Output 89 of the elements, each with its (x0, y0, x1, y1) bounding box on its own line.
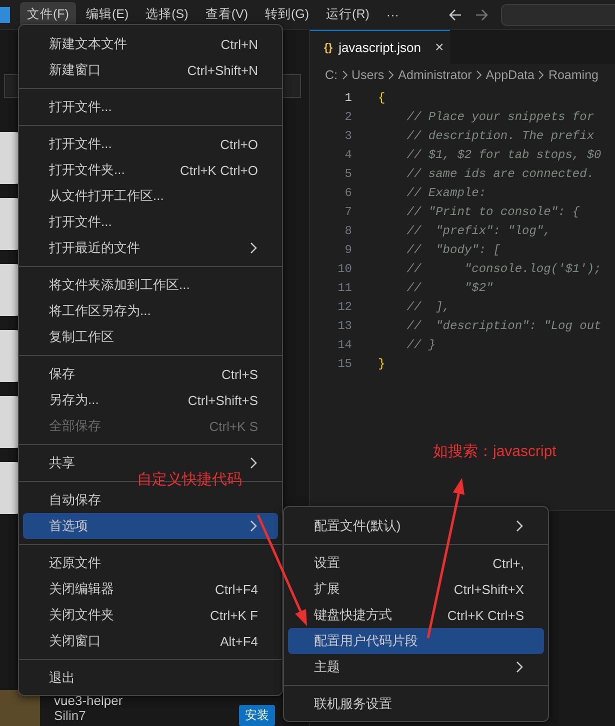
line-number: 11 (336, 280, 352, 294)
breadcrumb-item[interactable]: C: (325, 68, 338, 82)
menu-item[interactable]: 从文件打开工作区... (23, 183, 278, 209)
breadcrumb-item[interactable]: Roaming (548, 68, 598, 82)
menu-item[interactable]: 将工作区另存为... (23, 298, 278, 324)
code-line: } (378, 356, 386, 370)
code-line: // } (406, 338, 436, 352)
close-tab-button[interactable]: × (434, 39, 444, 56)
code-line: // description. The prefix (406, 128, 594, 142)
app-logo-icon (0, 6, 10, 22)
submenu-chevron-icon (516, 520, 524, 532)
chevron-icon (386, 70, 396, 80)
menu-item[interactable]: 打开文件... (23, 209, 278, 235)
line-number: 14 (336, 338, 352, 352)
menu-item[interactable]: 新建窗口 Ctrl+Shift+N (23, 57, 278, 83)
line-number: 15 (336, 356, 352, 370)
menu-item[interactable]: 还原文件 (23, 550, 278, 576)
menu-item[interactable]: 保存 Ctrl+S (23, 361, 278, 387)
menu-item[interactable]: 联机服务设置 (288, 691, 544, 717)
menu-item[interactable]: 打开文件... (23, 94, 278, 120)
menu-item[interactable]: 关闭文件夹 Ctrl+K F (23, 602, 278, 628)
line-number: 5 (344, 166, 352, 180)
menu-item[interactable]: 新建文本文件 Ctrl+N (23, 31, 278, 57)
back-forward-icon[interactable] (448, 8, 489, 22)
menu-bar-item[interactable]: ··· (379, 4, 406, 26)
line-number: 12 (336, 300, 352, 314)
menu-item[interactable]: 打开文件... Ctrl+O (23, 131, 278, 157)
breadcrumb-item[interactable]: Administrator (398, 68, 472, 82)
menu-item[interactable]: 配置文件(默认) (288, 513, 544, 539)
code-line: // "description": "Log out (406, 318, 602, 332)
editor-tab[interactable]: {} javascript.json × (310, 30, 450, 64)
menu-item[interactable]: 退出 (23, 665, 278, 691)
code-line: // same ids are connected. (406, 166, 594, 180)
code-line: // "console.log('$1'); (406, 262, 602, 276)
annotation-text: 如搜索：javascript (433, 446, 556, 457)
install-button[interactable]: 安装 (239, 705, 275, 726)
menu-item[interactable]: 打开文件夹... Ctrl+K Ctrl+O (23, 157, 278, 183)
extension-name: vue3-helper (54, 693, 124, 708)
code-line: { (378, 90, 386, 104)
menu-item[interactable]: 关闭编辑器 Ctrl+F4 (23, 576, 278, 602)
menu-item[interactable]: 设置 Ctrl+, (288, 550, 544, 576)
code-line: // "body": [ (406, 242, 500, 256)
line-number: 1 (344, 90, 352, 104)
menu-item[interactable]: 键盘快捷方式 Ctrl+K Ctrl+S (288, 602, 544, 628)
menu-item[interactable]: 扩展 Ctrl+Shift+X (288, 576, 544, 602)
line-number: 7 (344, 204, 352, 218)
menu-item[interactable]: 打开最近的文件 (23, 235, 278, 261)
photo-placeholder (0, 690, 40, 726)
breadcrumb-item[interactable]: AppData (486, 68, 534, 82)
chevron-icon (340, 70, 350, 80)
menu-bar-item[interactable]: 运行(R) (319, 2, 376, 27)
line-number: 6 (344, 186, 352, 200)
line-number: 4 (344, 148, 352, 162)
menu-bar-item[interactable]: 编辑(E) (78, 2, 136, 27)
line-number: 9 (344, 242, 352, 256)
search-field[interactable] (500, 4, 615, 26)
line-number: 3 (344, 128, 352, 142)
line-number: 8 (344, 224, 352, 238)
menu-item[interactable]: 关闭窗口 Alt+F4 (23, 628, 278, 654)
menu-bar-item[interactable]: 查看(V) (198, 2, 255, 27)
extension-author: Silin7 (54, 708, 87, 723)
line-number: 2 (344, 110, 352, 124)
tab-filename: javascript.json (338, 40, 421, 55)
menu-item[interactable]: 主题 (288, 654, 544, 680)
code-line: // "$2" (406, 280, 494, 294)
menu-item[interactable]: 配置用户代码片段 (288, 628, 544, 654)
line-number: 13 (336, 318, 352, 332)
submenu-chevron-icon (250, 242, 258, 254)
menu-bar-item[interactable]: 转到(G) (258, 2, 316, 27)
menu-item[interactable]: 自动保存 (23, 487, 278, 513)
submenu-chevron-icon (250, 520, 258, 532)
breadcrumb-item[interactable]: Users (352, 68, 384, 82)
line-number: 10 (336, 262, 352, 276)
code-line: // "Print to console": { (406, 204, 580, 218)
menu-item[interactable]: 首选项 (23, 513, 278, 539)
code-line: // Place your snippets for (406, 110, 594, 124)
chevron-icon (536, 70, 546, 80)
menu-item[interactable]: 将文件夹添加到工作区... (23, 272, 278, 298)
code-line: // ], (406, 300, 450, 314)
submenu-chevron-icon (250, 457, 258, 469)
submenu-chevron-icon (516, 661, 524, 673)
code-line: // Example: (406, 186, 486, 200)
menu-bar-item[interactable]: 选择(S) (138, 2, 196, 27)
menu-item[interactable]: 复制工作区 (23, 324, 278, 350)
code-line: // $1, $2 for tab stops, $0 (406, 148, 602, 162)
menu-item[interactable]: 另存为... Ctrl+Shift+S (23, 387, 278, 413)
chevron-icon (474, 70, 484, 80)
code-line: // "prefix": "log", (406, 224, 551, 238)
json-file-icon: {} (324, 42, 333, 54)
